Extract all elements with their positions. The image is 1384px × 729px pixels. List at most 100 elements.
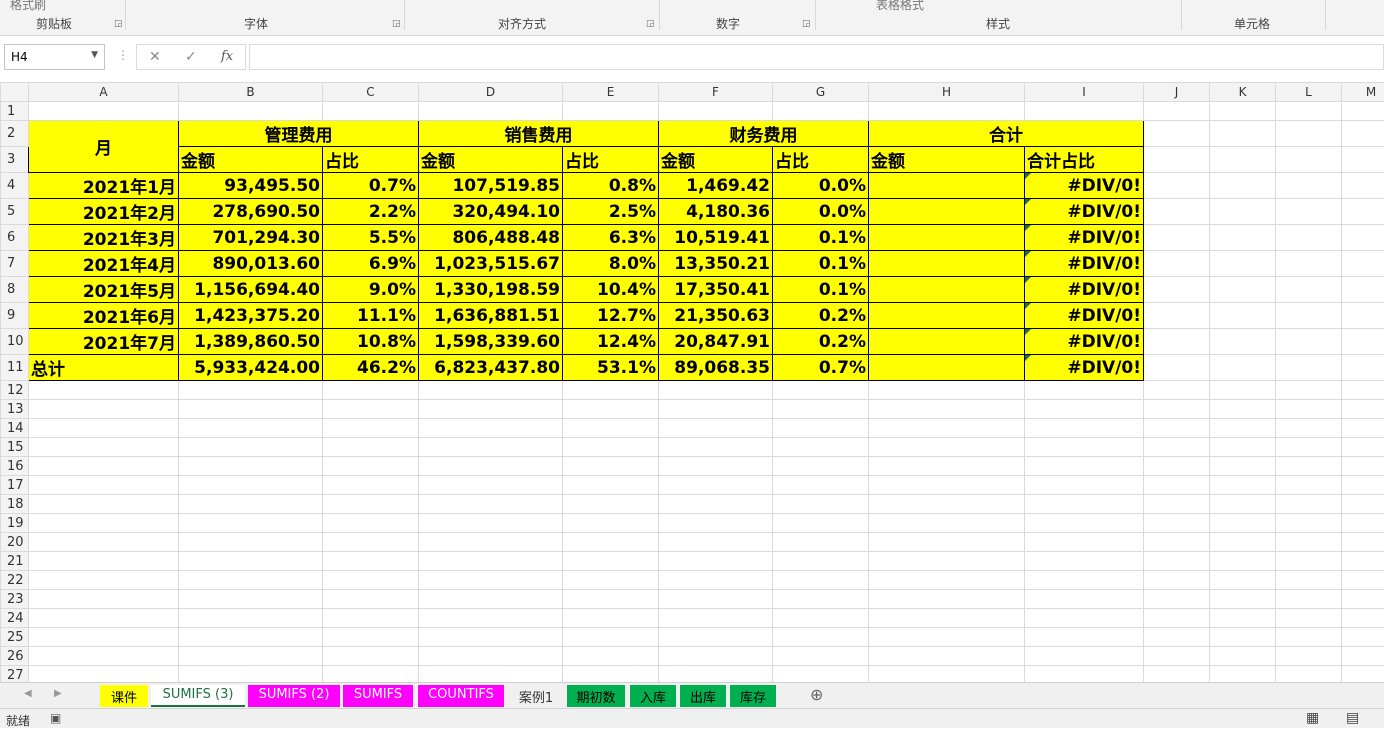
cell[interactable] — [1276, 590, 1342, 609]
cell[interactable] — [1276, 457, 1342, 476]
cell[interactable] — [869, 102, 1025, 121]
cell[interactable] — [179, 476, 323, 495]
cell[interactable] — [869, 419, 1025, 438]
cell[interactable] — [323, 552, 419, 571]
add-sheet-icon[interactable]: ⊕ — [810, 685, 823, 704]
cell[interactable] — [1144, 590, 1210, 609]
cell[interactable] — [1144, 102, 1210, 121]
cell[interactable] — [1210, 419, 1276, 438]
row-header[interactable]: 10 — [1, 329, 29, 355]
cell[interactable] — [1144, 514, 1210, 533]
cell[interactable] — [773, 438, 869, 457]
cell[interactable] — [179, 552, 323, 571]
cell[interactable] — [1276, 102, 1342, 121]
data-cell[interactable] — [869, 173, 1025, 199]
cell[interactable] — [1144, 438, 1210, 457]
cell[interactable] — [1342, 199, 1384, 225]
data-cell[interactable]: #DIV/0! — [1025, 303, 1144, 329]
data-cell[interactable] — [869, 277, 1025, 303]
data-cell[interactable]: 1,330,198.59 — [419, 277, 563, 303]
cell[interactable] — [1144, 419, 1210, 438]
cell[interactable] — [659, 628, 773, 647]
cell[interactable] — [1144, 628, 1210, 647]
cell[interactable] — [29, 400, 179, 419]
row-header[interactable]: 25 — [1, 628, 29, 647]
data-cell[interactable]: 11.1% — [323, 303, 419, 329]
row-header[interactable]: 4 — [1, 173, 29, 199]
row-header[interactable]: 11 — [1, 355, 29, 381]
data-cell[interactable]: 2021年4月 — [29, 251, 179, 277]
cell[interactable] — [563, 552, 659, 571]
cell[interactable] — [323, 590, 419, 609]
group-header[interactable]: 管理费用 — [179, 121, 419, 147]
data-cell[interactable]: 1,156,694.40 — [179, 277, 323, 303]
cell[interactable] — [1025, 457, 1144, 476]
column-header-J[interactable]: J — [1144, 83, 1210, 102]
cell[interactable] — [1144, 666, 1210, 683]
sheet-tab[interactable]: 出库 — [680, 685, 726, 707]
cell[interactable] — [323, 571, 419, 590]
cell[interactable] — [563, 609, 659, 628]
cell[interactable] — [323, 457, 419, 476]
cell[interactable] — [1276, 381, 1342, 400]
cell[interactable] — [1025, 438, 1144, 457]
cell[interactable] — [1342, 590, 1384, 609]
cell[interactable] — [1342, 277, 1384, 303]
cell[interactable] — [773, 647, 869, 666]
total-cell[interactable]: 6,823,437.80 — [419, 355, 563, 381]
data-cell[interactable]: 107,519.85 — [419, 173, 563, 199]
cell[interactable] — [29, 552, 179, 571]
data-cell[interactable] — [869, 199, 1025, 225]
cell[interactable] — [563, 476, 659, 495]
cell[interactable] — [1276, 514, 1342, 533]
total-cell[interactable]: 0.7% — [773, 355, 869, 381]
normal-view-icon[interactable]: ▦ — [1306, 710, 1319, 726]
sub-header[interactable]: 占比 — [323, 147, 419, 173]
data-cell[interactable]: 1,636,881.51 — [419, 303, 563, 329]
cell[interactable] — [1210, 355, 1276, 381]
data-cell[interactable]: 2021年3月 — [29, 225, 179, 251]
data-cell[interactable]: 21,350.63 — [659, 303, 773, 329]
row-header[interactable]: 12 — [1, 381, 29, 400]
data-cell[interactable]: 2021年5月 — [29, 277, 179, 303]
data-cell[interactable]: 1,598,339.60 — [419, 329, 563, 355]
cell[interactable] — [1025, 647, 1144, 666]
row-header[interactable]: 19 — [1, 514, 29, 533]
cell[interactable] — [1144, 457, 1210, 476]
cell[interactable] — [419, 381, 563, 400]
data-cell[interactable]: 1,389,860.50 — [179, 329, 323, 355]
cell[interactable] — [869, 476, 1025, 495]
cell[interactable] — [1276, 400, 1342, 419]
cell[interactable] — [1025, 590, 1144, 609]
data-cell[interactable]: 2.5% — [563, 199, 659, 225]
data-cell[interactable]: 0.0% — [773, 173, 869, 199]
total-cell[interactable] — [869, 355, 1025, 381]
cell[interactable] — [1025, 533, 1144, 552]
cell[interactable] — [563, 457, 659, 476]
row-header[interactable]: 7 — [1, 251, 29, 277]
cell[interactable] — [1144, 121, 1210, 147]
cell[interactable] — [1342, 495, 1384, 514]
group-header[interactable]: 财务费用 — [659, 121, 869, 147]
sheet-tab[interactable]: 库存 — [730, 685, 776, 707]
cell[interactable] — [1025, 514, 1144, 533]
cell[interactable] — [1276, 571, 1342, 590]
row-header[interactable]: 8 — [1, 277, 29, 303]
cell[interactable] — [1210, 666, 1276, 683]
cell[interactable] — [659, 514, 773, 533]
cell[interactable] — [773, 495, 869, 514]
cell[interactable] — [323, 102, 419, 121]
total-cell[interactable]: 46.2% — [323, 355, 419, 381]
total-cell[interactable]: 总计 — [29, 355, 179, 381]
row-header[interactable]: 22 — [1, 571, 29, 590]
data-cell[interactable]: 0.7% — [323, 173, 419, 199]
row-header[interactable]: 24 — [1, 609, 29, 628]
row-header[interactable]: 18 — [1, 495, 29, 514]
cell[interactable] — [1144, 400, 1210, 419]
cell[interactable] — [1276, 628, 1342, 647]
name-box[interactable]: H4 ▼ — [4, 44, 105, 70]
row-header[interactable]: 16 — [1, 457, 29, 476]
data-cell[interactable]: 0.2% — [773, 329, 869, 355]
cell[interactable] — [323, 628, 419, 647]
cell[interactable] — [1276, 251, 1342, 277]
